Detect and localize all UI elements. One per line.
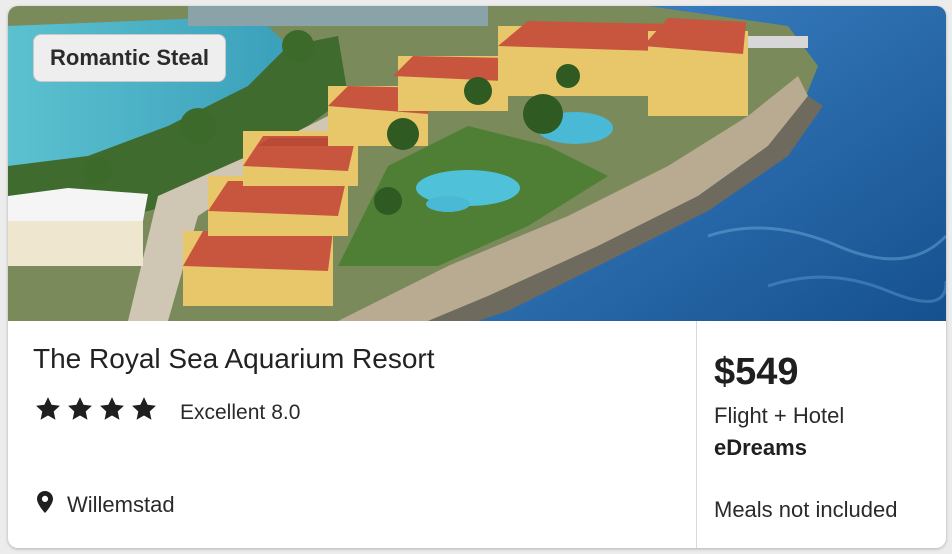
rating-score: 8.0: [271, 401, 301, 424]
review-rating: Excellent 8.0: [180, 401, 300, 425]
star-icon: [34, 395, 62, 423]
package-type: Flight + Hotel: [714, 403, 845, 428]
hotel-photo[interactable]: Romantic Steal: [8, 6, 946, 321]
location: Willemstad: [37, 491, 175, 518]
section-divider: [696, 321, 697, 548]
star-rating: [34, 395, 158, 423]
provider-name: eDreams: [714, 435, 807, 460]
star-icon: [98, 395, 126, 423]
deal-badge: Romantic Steal: [33, 34, 226, 82]
star-icon: [66, 395, 94, 423]
map-pin-icon: [37, 491, 53, 518]
deal-price[interactable]: $549: [714, 351, 799, 394]
meals-info: Meals not included: [714, 497, 898, 522]
star-icon: [130, 395, 158, 423]
hotel-name[interactable]: The Royal Sea Aquarium Resort: [33, 343, 435, 375]
hotel-deal-card[interactable]: Romantic Steal The Royal Sea Aquarium Re…: [8, 6, 946, 548]
deal-info: The Royal Sea Aquarium Resort Excellent 8…: [8, 321, 946, 548]
rating-label: Excellent: [180, 401, 266, 424]
location-text: Willemstad: [67, 491, 175, 517]
